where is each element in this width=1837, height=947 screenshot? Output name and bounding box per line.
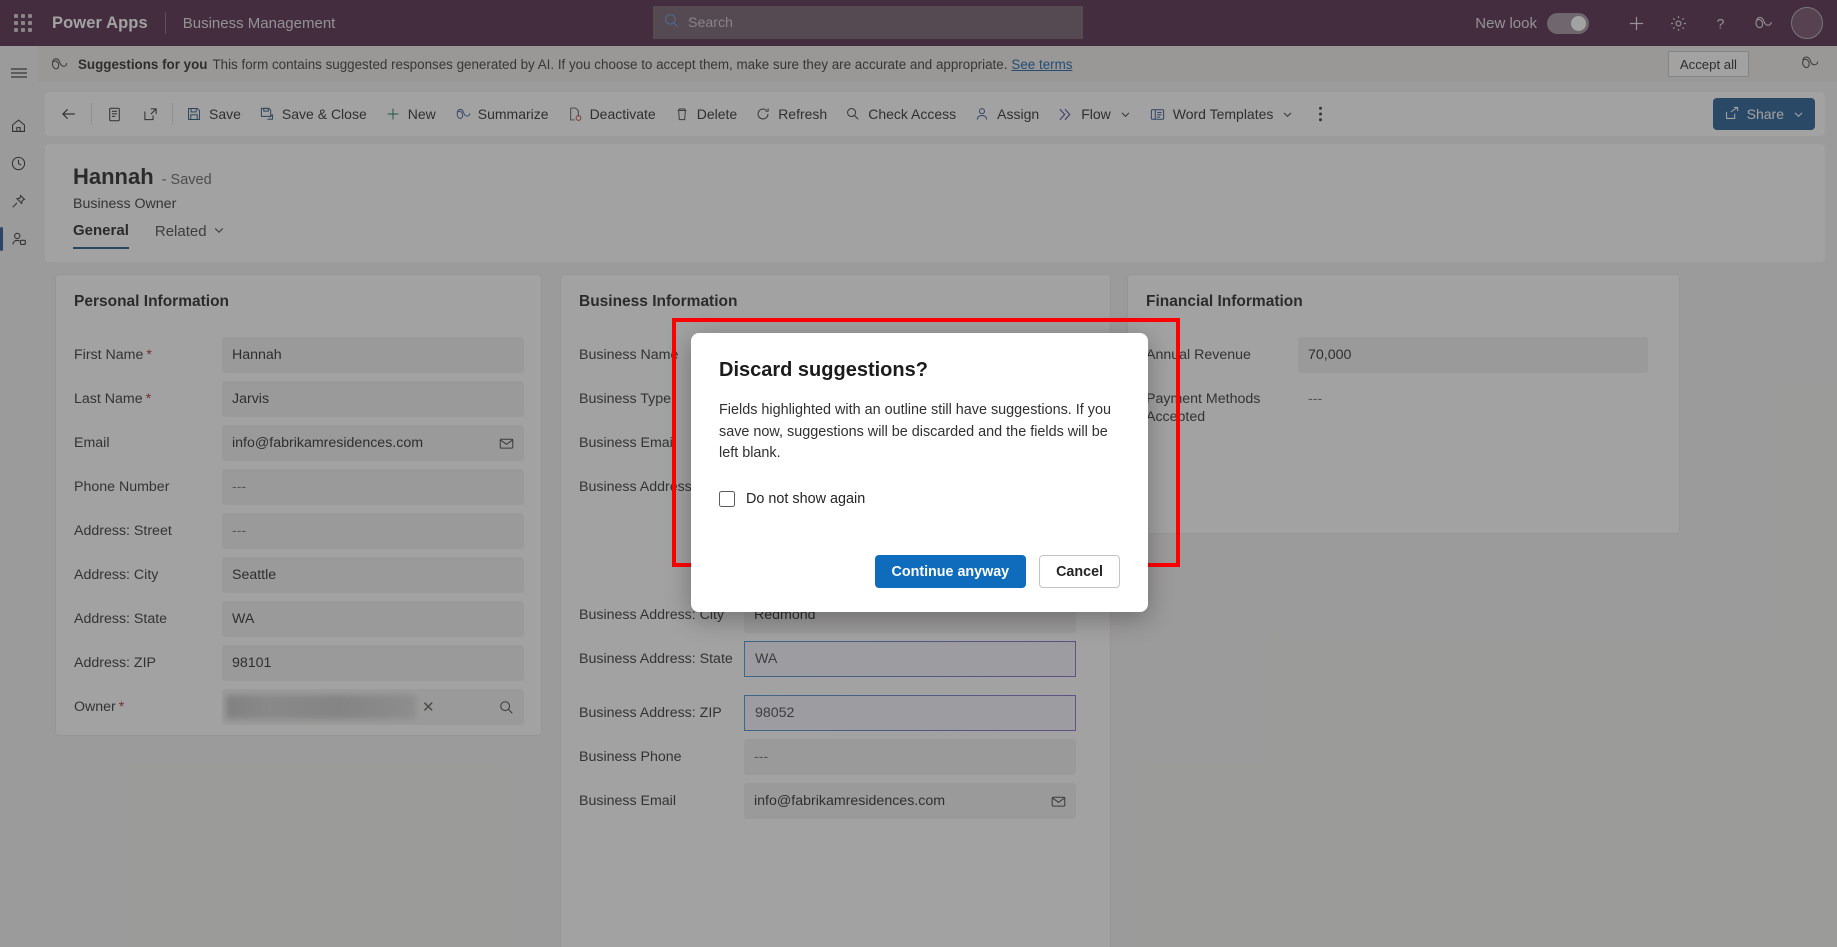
dialog-title: Discard suggestions?	[719, 359, 928, 381]
cancel-button[interactable]: Cancel	[1039, 555, 1120, 588]
dialog-actions: Continue anyway Cancel	[874, 555, 1120, 588]
checkbox-label: Do not show again	[746, 490, 866, 507]
dialog-body-text: Fields highlighted with an outline still…	[719, 402, 1111, 461]
checkbox-box[interactable]	[719, 490, 735, 507]
continue-anyway-button[interactable]: Continue anyway	[874, 555, 1027, 588]
do-not-show-again-checkbox[interactable]: Do not show again	[719, 490, 1120, 507]
discard-suggestions-dialog: Discard suggestions? Fields highlighted …	[691, 333, 1148, 612]
